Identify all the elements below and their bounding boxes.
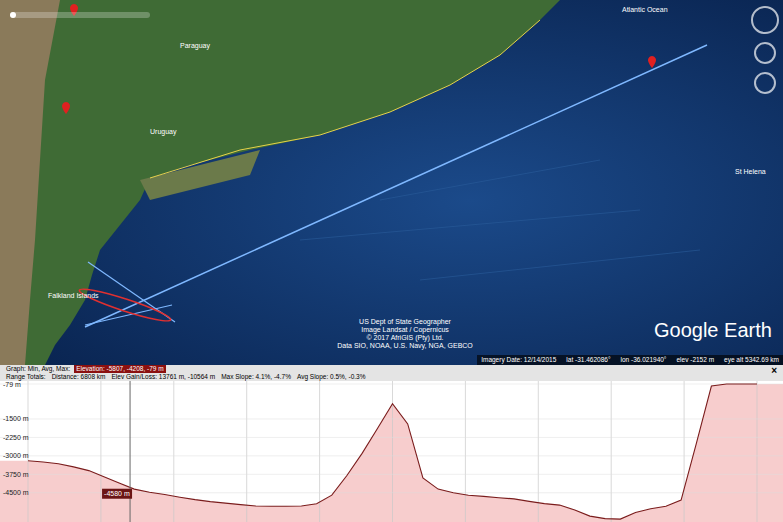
navigation-controls[interactable] bbox=[751, 6, 779, 94]
svg-text:-2250 m: -2250 m bbox=[3, 434, 29, 441]
elevation-stats: Elevation: -5807, -4208, -79 m bbox=[74, 365, 165, 373]
svg-text:-3000 m: -3000 m bbox=[3, 452, 29, 459]
map-pin-icon[interactable] bbox=[648, 56, 656, 68]
map-view[interactable]: Paraguay Uruguay Atlantic Ocean St Helena Fa… bbox=[0, 0, 783, 365]
svg-text:-79 m: -79 m bbox=[3, 381, 21, 388]
google-earth-logo: Google Earth bbox=[654, 318, 772, 342]
look-icon[interactable] bbox=[754, 42, 776, 64]
close-button[interactable]: × bbox=[771, 365, 777, 377]
profile-header: Graph: Min, Avg, Max:Elevation: -5807, -… bbox=[0, 365, 783, 381]
status-bar: Imagery Date: 12/14/2015lat -31.462086°l… bbox=[477, 355, 783, 365]
map-imagery bbox=[0, 0, 783, 365]
svg-text:-4580 m: -4580 m bbox=[104, 490, 130, 497]
map-label: Uruguay bbox=[150, 128, 176, 136]
move-icon[interactable] bbox=[754, 72, 776, 94]
elevation-profile: Graph: Min, Avg, Max:Elevation: -5807, -… bbox=[0, 365, 783, 522]
compass-icon[interactable] bbox=[751, 6, 779, 34]
map-label: Paraguay bbox=[180, 42, 210, 50]
map-label: St Helena bbox=[735, 168, 766, 176]
svg-text:-1500 m: -1500 m bbox=[3, 415, 29, 422]
map-label: Atlantic Ocean bbox=[622, 6, 668, 14]
map-label: Falkland Islands bbox=[48, 292, 99, 300]
time-slider[interactable] bbox=[10, 12, 150, 18]
svg-text:-4500 m: -4500 m bbox=[3, 489, 29, 496]
map-pin-icon[interactable] bbox=[62, 102, 70, 114]
cursor-line[interactable] bbox=[130, 381, 131, 522]
svg-text:-3750 m: -3750 m bbox=[3, 471, 29, 478]
attribution: US Dept of State GeographerImage Landsat… bbox=[320, 318, 490, 350]
elevation-chart[interactable]: -79 m -1500 m -2250 m -3000 m -3750 m -4500 m… bbox=[0, 381, 783, 522]
google-earth-window: Paraguay Uruguay Atlantic Ocean St Helena Fa… bbox=[0, 0, 783, 522]
